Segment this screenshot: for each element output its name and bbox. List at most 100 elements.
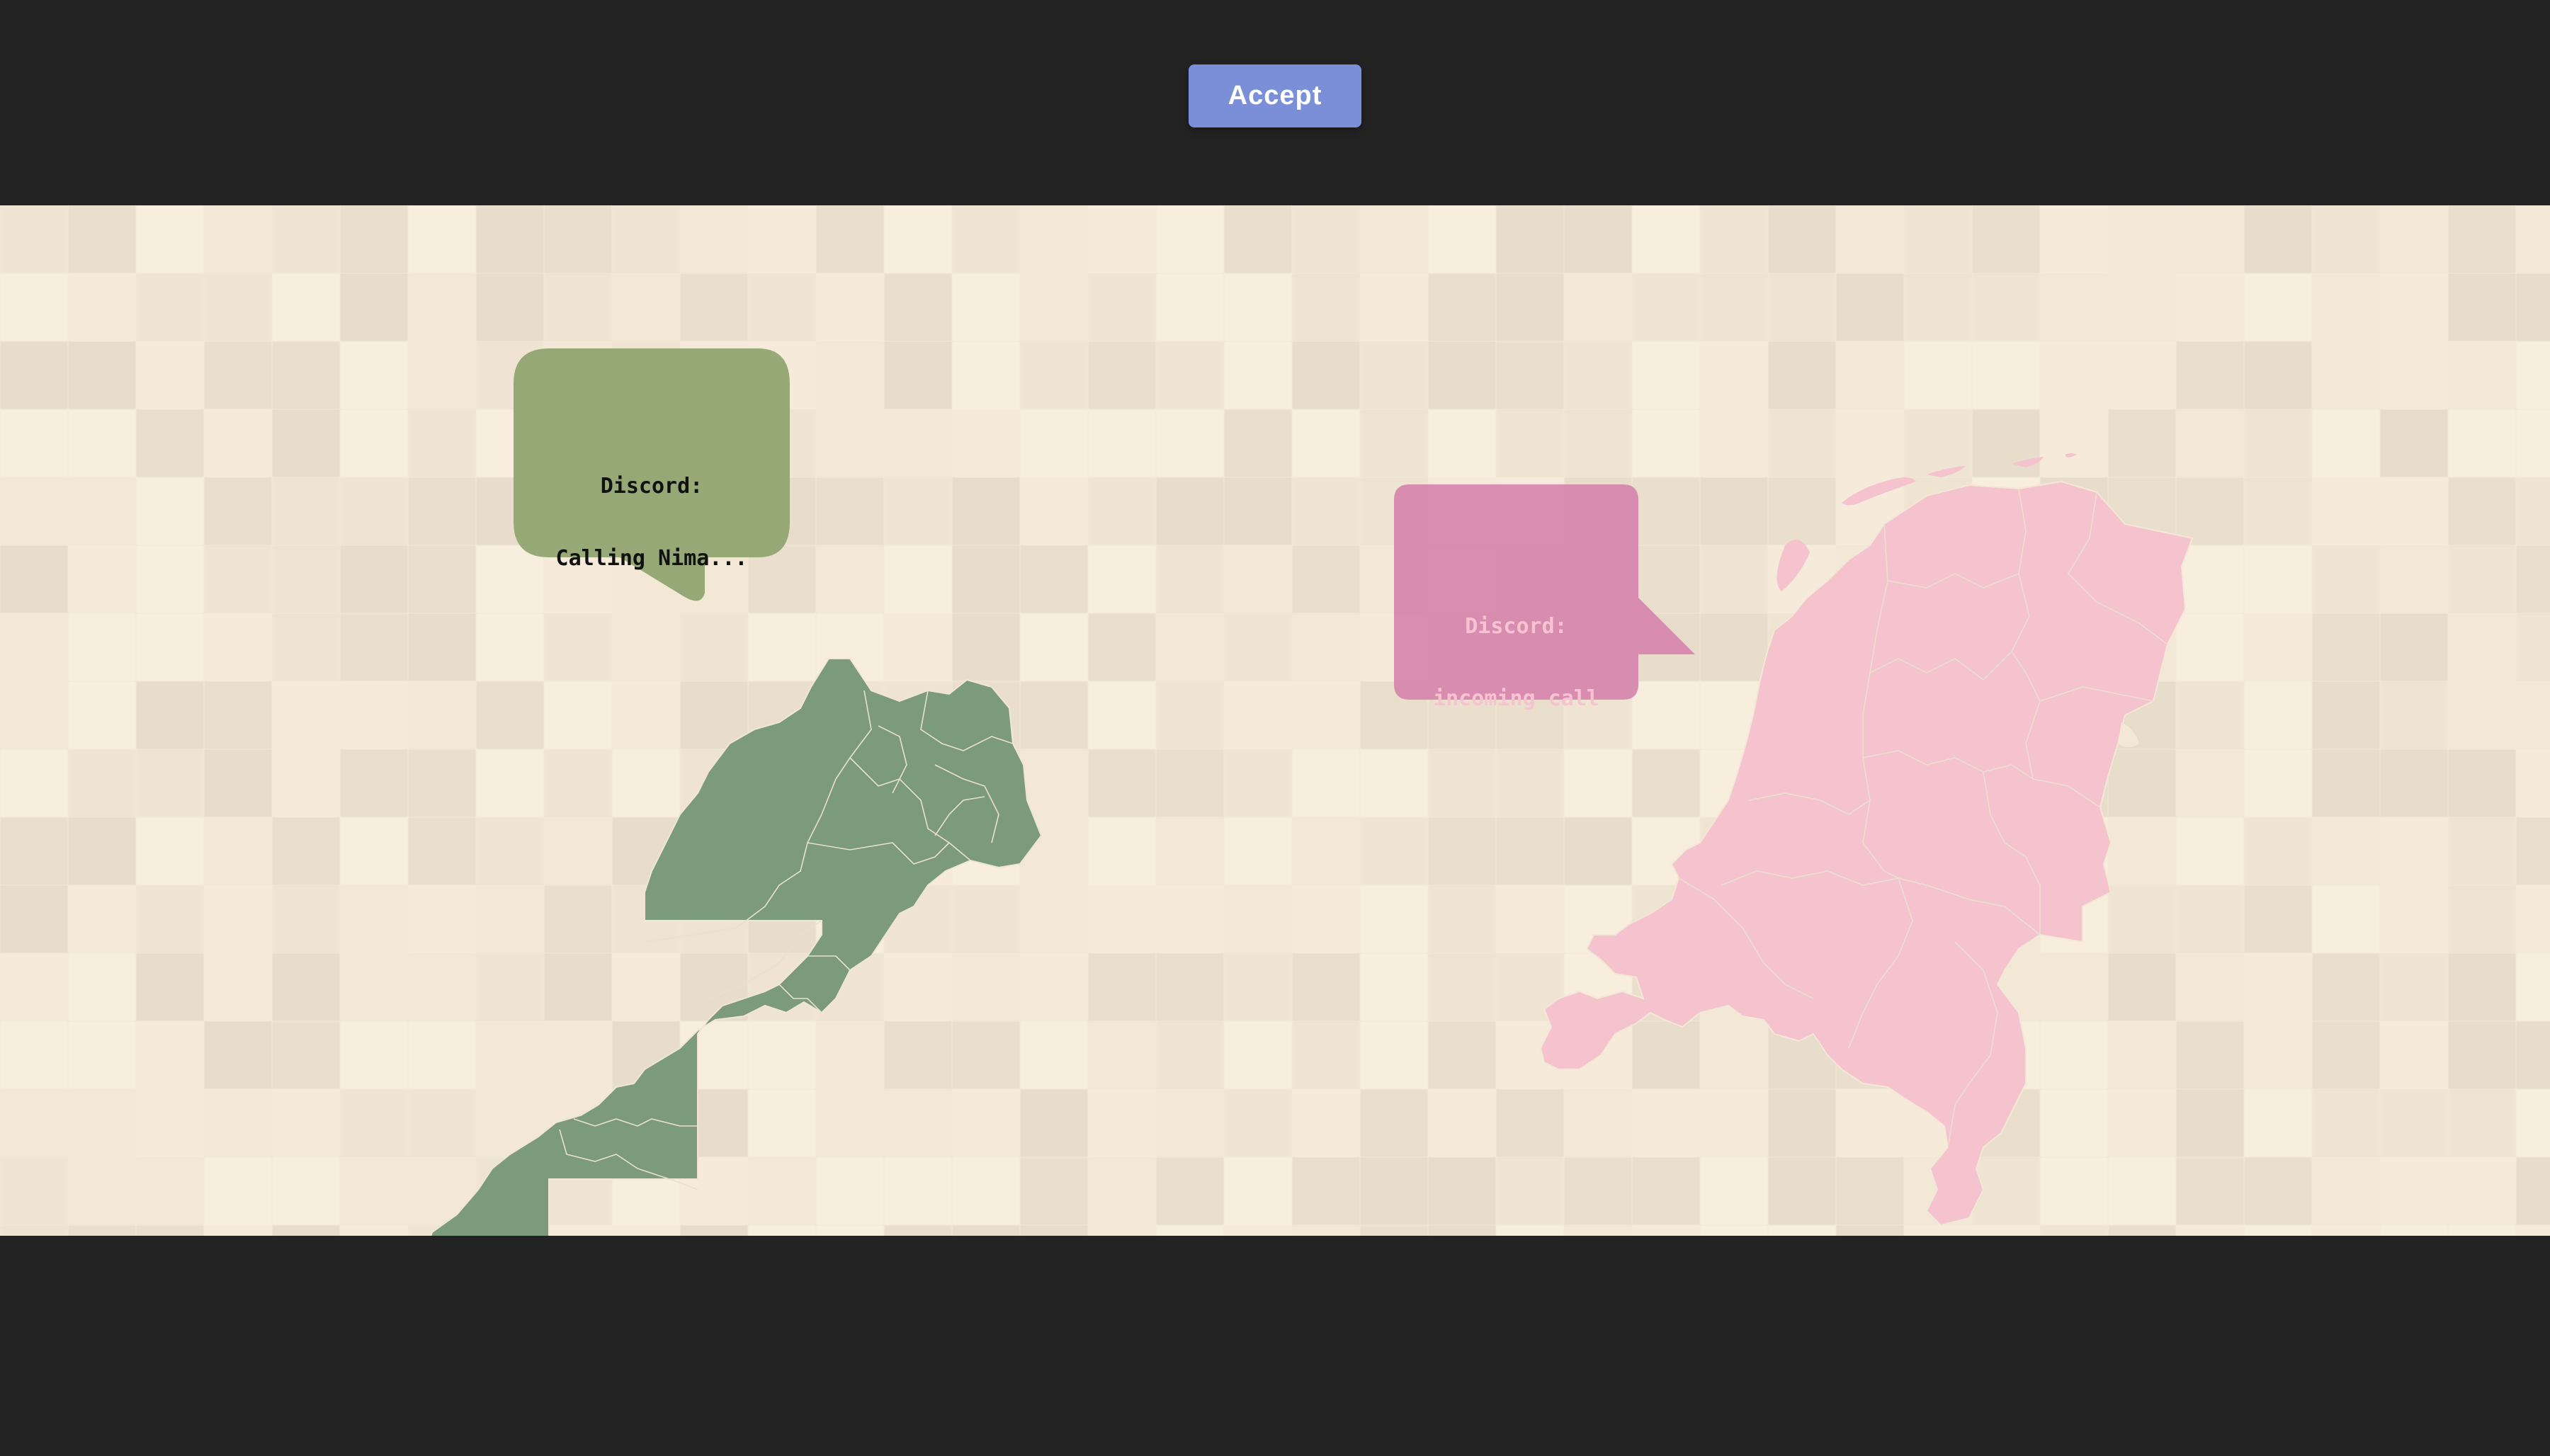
background-tile [203,952,273,1022]
background-tile [2311,1224,2381,1236]
background-tile [0,1156,69,1226]
background-tile [203,749,273,818]
background-tile [1359,885,1429,954]
background-tile [1291,409,1361,478]
background-tile [1699,205,1769,274]
background-tile [747,205,817,274]
background-tile [2311,749,2381,818]
background-tile [1359,1224,1429,1236]
background-tile [1087,817,1157,886]
background-tile [2447,885,2517,954]
background-tile [815,205,885,274]
background-tile [1155,409,1225,478]
background-tile [1087,477,1157,546]
background-tile [2515,205,2550,274]
background-tile [1223,477,1293,546]
background-tile [0,477,69,546]
background-tile [1291,885,1361,954]
right-bubble-text: Discord: incoming call [1394,567,1638,759]
background-tile [2311,409,2381,478]
background-tile [2243,749,2313,818]
background-tile [0,749,69,818]
background-tile [2447,273,2517,342]
right-bubble-line1: Discord: [1465,614,1568,639]
background-tile [203,409,273,478]
background-tile [1699,341,1769,410]
background-tile [1291,205,1361,274]
background-tile [1223,1224,1293,1236]
background-tile [2447,1088,2517,1158]
morocco-shape[interactable] [322,658,1043,1236]
background-tile [1223,952,1293,1022]
background-tile [2243,409,2313,478]
background-tile [67,681,137,750]
background-tile [2447,1224,2517,1236]
bottom-bar [0,1236,2550,1456]
background-tile [475,205,545,274]
background-tile [1291,749,1361,818]
background-tile [1359,952,1429,1022]
background-tile [2311,681,2381,750]
background-tile [679,205,749,274]
background-tile [2243,1088,2313,1158]
background-tile [67,749,137,818]
background-tile [1767,205,1837,274]
background-tile [2515,681,2550,750]
background-tile [1495,341,1565,410]
background-tile [2243,1020,2313,1090]
background-tile [339,205,409,274]
background-tile [1359,1088,1429,1158]
background-tile [203,1156,273,1226]
background-tile [2447,409,2517,478]
background-tile [2447,613,2517,682]
background-tile [1563,273,1633,342]
background-tile [2447,952,2517,1022]
background-tile [1291,273,1361,342]
background-tile [1155,273,1225,342]
background-tile [2243,1156,2313,1226]
background-tile [2107,341,2177,410]
background-tile [2311,1088,2381,1158]
background-tile [1155,205,1225,274]
left-bubble-line2: Calling Nima... [555,546,748,571]
background-tile [271,273,341,342]
background-tile [2515,952,2550,1022]
background-tile [67,545,137,614]
background-tile [1155,952,1225,1022]
background-tile [2379,817,2449,886]
background-tile [2515,1156,2550,1226]
background-tile [1903,341,1973,410]
background-tile [339,273,409,342]
background-tile [951,341,1021,410]
background-tile [2311,1020,2381,1090]
background-tile [1087,409,1157,478]
background-tile [135,1156,205,1226]
background-tile [2379,273,2449,342]
background-tile [67,1156,137,1226]
background-tile [67,1224,137,1236]
background-tile [1291,341,1361,410]
left-bubble-line1: Discord: [600,474,703,499]
background-tile [1359,749,1429,818]
background-tile [1155,749,1225,818]
background-tile [815,341,885,410]
background-tile [2379,545,2449,614]
background-tile [1087,885,1157,954]
background-tile [135,952,205,1022]
background-tile [67,273,137,342]
background-tile [2379,205,2449,274]
background-tile [67,205,137,274]
background-tile [1903,205,1973,274]
background-tile [2447,1020,2517,1090]
background-tile [815,273,885,342]
background-tile [1427,749,1497,818]
background-tile [2379,681,2449,750]
background-tile [951,205,1021,274]
background-tile [203,341,273,410]
accept-button[interactable]: Accept [1189,64,1361,127]
background-tile [135,817,205,886]
background-tile [1359,1156,1429,1226]
background-tile [2379,952,2449,1022]
background-tile [0,1224,69,1236]
background-tile [2515,1088,2550,1158]
